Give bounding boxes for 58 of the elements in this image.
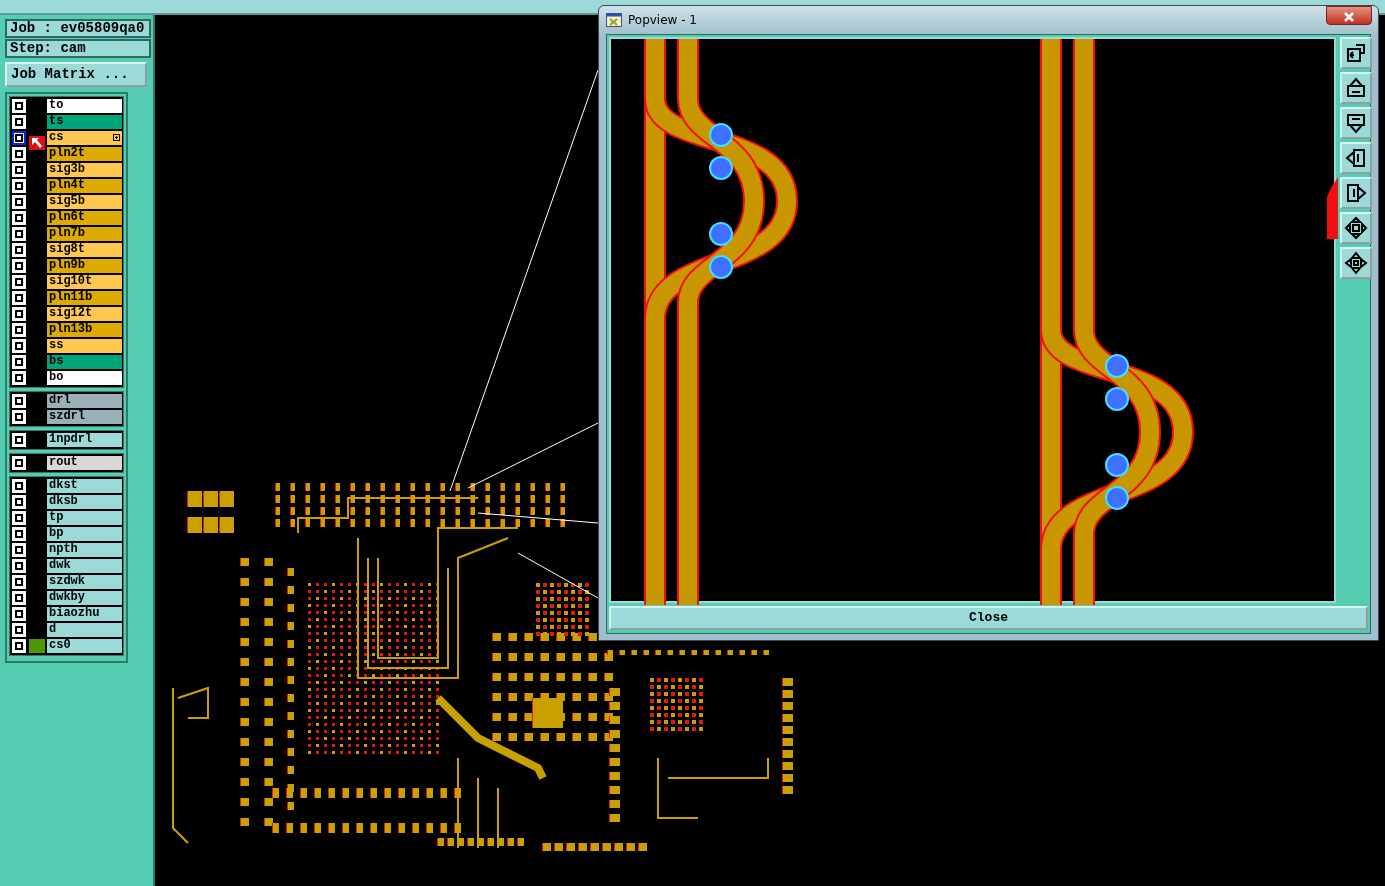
four-arrows-icon [1344, 251, 1368, 275]
tray-arrow-icon [1344, 76, 1368, 100]
layer-name-field[interactable]: pln13b [47, 322, 122, 338]
toolbar-button[interactable] [1340, 72, 1372, 104]
layer-name-field[interactable]: dwk [47, 558, 122, 574]
layer-name-field[interactable]: ts [47, 114, 122, 130]
layer-name-field[interactable]: pln2t [47, 146, 122, 162]
layer-name-field[interactable]: d [47, 622, 122, 638]
toolbar-button[interactable] [1340, 142, 1372, 174]
layer-name-field[interactable]: sig12t [47, 306, 122, 322]
layer-name-field[interactable]: sig8t [47, 242, 122, 258]
step-label: Step: cam [5, 39, 151, 58]
layer-name-field[interactable]: to [47, 98, 122, 114]
layer-checkbox[interactable] [12, 131, 26, 145]
plus-box-icon[interactable] [113, 134, 120, 141]
layer-name-field[interactable]: sig10t [47, 274, 122, 290]
toolbar-button[interactable] [1340, 247, 1372, 279]
layer-name-field[interactable]: pln7b [47, 226, 122, 242]
layer-name-field[interactable]: pln6t [47, 210, 122, 226]
layer-name-field[interactable]: sig5b [47, 194, 122, 210]
layer-name-field[interactable]: bp [47, 526, 122, 542]
layer-name-field[interactable]: pln9b [47, 258, 122, 274]
layer-name-field[interactable]: cs0 [47, 638, 122, 654]
tray-arrow-icon [1344, 146, 1368, 170]
layer-name-field[interactable]: tp [47, 510, 122, 526]
layer-name-field[interactable]: dwkby [47, 590, 122, 606]
work-layer-arrow-icon [29, 135, 45, 150]
toolbar-button[interactable] [1340, 37, 1372, 69]
layer-name-field[interactable]: sig3b [47, 162, 122, 178]
layer-name-field[interactable]: szdrl [47, 409, 122, 425]
tray-arrow-icon [1344, 111, 1368, 135]
layer-name-field[interactable]: bo [47, 370, 122, 386]
layer-name-field[interactable]: bs [47, 354, 122, 370]
four-arrows-icon [1344, 216, 1368, 240]
layer-name-field[interactable]: biaozhu [47, 606, 122, 622]
toolbar-button[interactable] [1340, 212, 1372, 244]
window-icon [606, 13, 622, 27]
layer-name-field[interactable]: pln4t [47, 178, 122, 194]
window-title: Popview - 1 [628, 12, 697, 29]
close-button[interactable]: Close [609, 606, 1368, 630]
close-icon [1343, 11, 1355, 22]
toolbar-button[interactable] [1340, 107, 1372, 139]
job-label: Job : ev05809qa0 [5, 19, 151, 38]
layer-name-field[interactable]: dksb [47, 494, 122, 510]
layer-name-field[interactable]: pln11b [47, 290, 122, 306]
layer-name-field[interactable]: drl [47, 393, 122, 409]
layer-name-field[interactable]: rout [47, 455, 122, 471]
job-matrix-button[interactable]: Job Matrix ... [5, 62, 147, 87]
tray-arrow-icon [1344, 41, 1368, 65]
layer-name-field[interactable]: szdwk [47, 574, 122, 590]
toolbar-button[interactable] [1340, 177, 1372, 209]
layer-name-field[interactable]: ss [47, 338, 122, 354]
layer-name-field[interactable]: dkst [47, 478, 122, 494]
window-close-button[interactable] [1326, 6, 1372, 25]
layer-name-field[interactable]: 1npdrl [47, 432, 122, 448]
layer-name-field[interactable]: npth [47, 542, 122, 558]
tray-arrow-icon [1344, 181, 1368, 205]
layer-name-field[interactable]: cs [47, 130, 122, 146]
